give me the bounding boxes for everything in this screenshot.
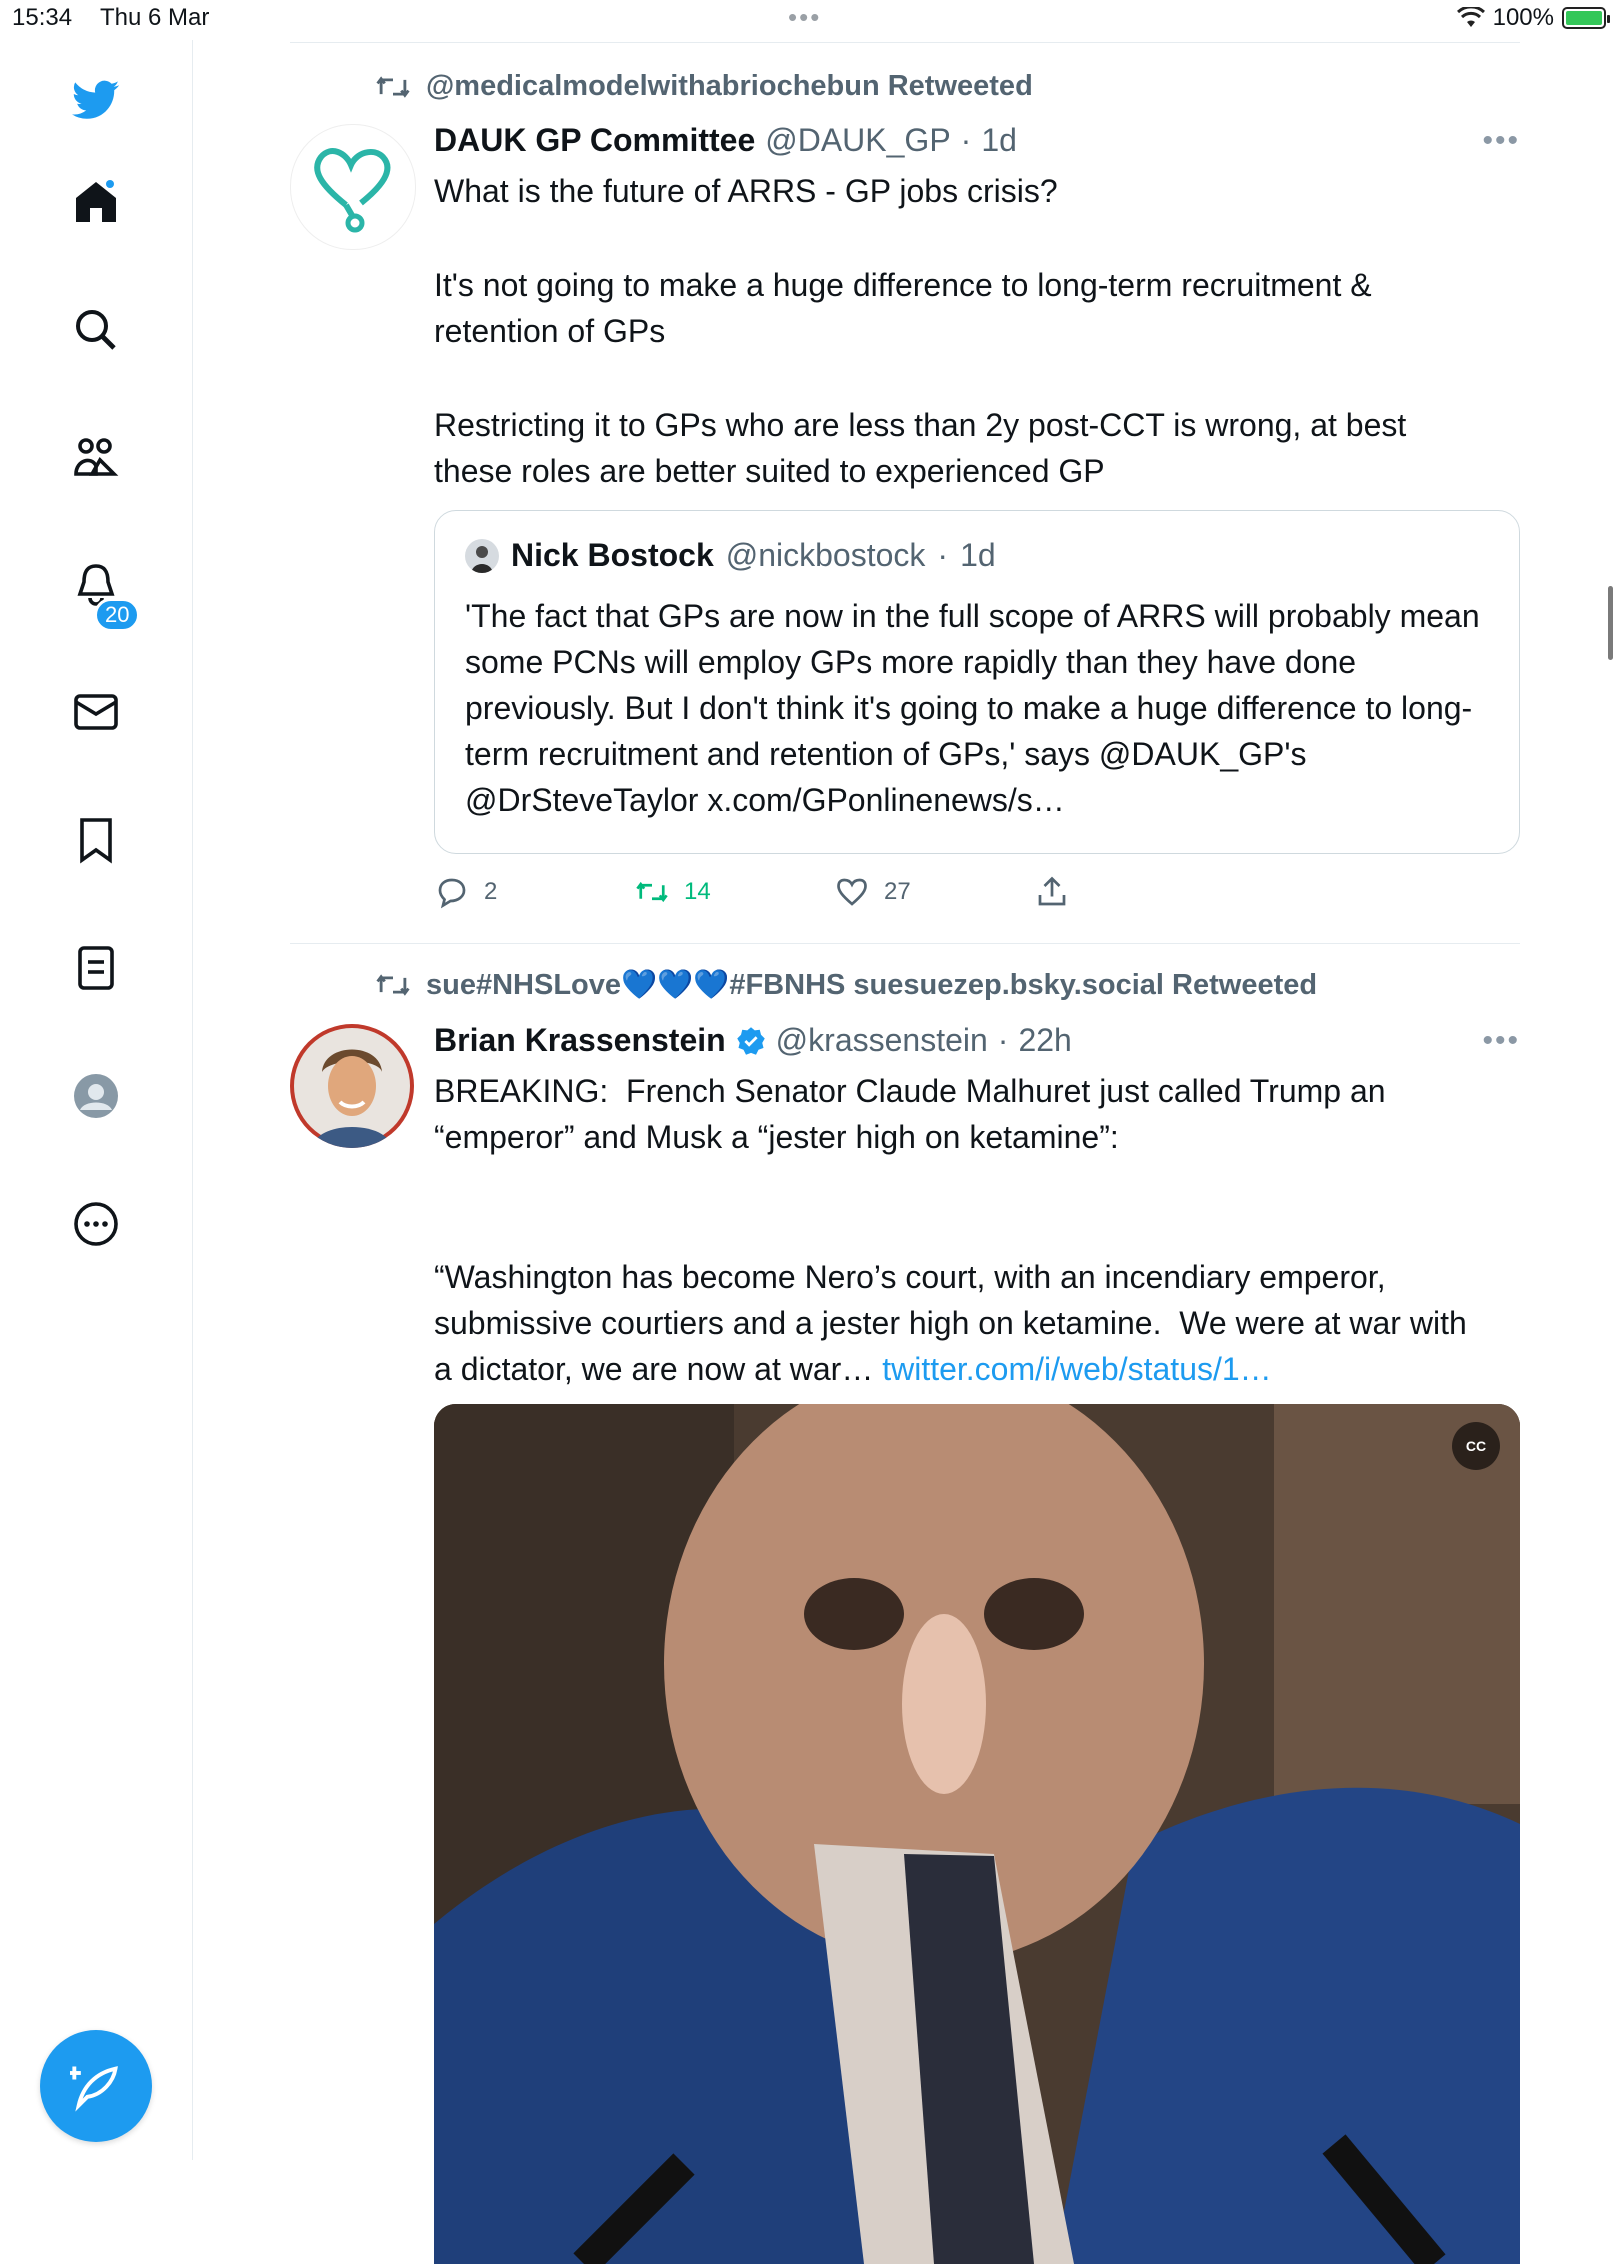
status-right: 100% [1456,4,1610,32]
twitter-logo-icon[interactable] [66,70,126,130]
tweet-text-2: It's not going to make a huge difference… [434,267,1381,349]
reply-count: 2 [484,878,498,905]
lists-icon[interactable] [66,938,126,998]
author-handle[interactable]: @krassenstein [776,1022,988,1059]
multitasking-dots[interactable]: ••• [788,2,821,33]
sidebar: 20 [0,40,193,2160]
video-frame [434,1404,1520,2264]
retweet-icon [376,974,410,996]
retweet-context: @medicalmodelwithabriochebun Retweeted [374,70,1033,103]
compose-feather-icon [70,2066,118,2112]
quote-header: Nick Bostock @nickbostock · 1d [465,537,996,574]
tweet-header: DAUK GP Committee @DAUK_GP · 1d [434,122,1017,159]
tweet-text-1: BREAKING: French Senator Claude Malhuret… [434,1073,1395,1155]
quote-text: 'The fact that GPs are now in the full s… [465,598,1480,818]
separator: · [997,1022,1009,1058]
tweet-time[interactable]: 1d [981,122,1017,159]
retweet-button[interactable]: 14 [634,874,711,910]
tweet-text-2: “Washington has become Nero’s court, wit… [434,1254,1484,1392]
share-button[interactable] [1034,874,1070,910]
quote-author-handle: @nickbostock [725,537,926,573]
author-name[interactable]: Brian Krassenstein [434,1022,726,1059]
heart-icon [837,878,867,906]
verified-badge-icon [736,1026,765,1055]
home-icon[interactable] [66,172,126,232]
battery-text: 100% [1492,4,1554,31]
like-button[interactable]: 27 [834,874,911,910]
battery-icon [1562,7,1610,29]
communities-icon[interactable] [66,428,126,488]
quote-avatar [465,538,499,573]
author-name[interactable]: DAUK GP Committee [434,122,755,159]
status-bar: 15:34 Thu 6 Mar ••• 100% [0,0,1620,40]
status-date: Thu 6 Mar [100,4,210,31]
profile-icon[interactable] [66,1066,126,1126]
wifi-icon [1456,7,1485,27]
retweet-icon [376,75,410,98]
search-icon[interactable] [66,300,126,360]
tweet-link[interactable]: twitter.com/i/web/status/1… [882,1351,1271,1387]
retweeted-by-text[interactable]: sue#NHSLove💙💙💙#FBNHS suesuezep.bsky.soci… [426,968,1317,1002]
retweeted-by-text[interactable]: @medicalmodelwithabriochebun Retweeted [426,70,1033,103]
avatar[interactable] [290,1024,414,1148]
more-options-icon[interactable]: ••• [1482,124,1520,158]
author-handle[interactable]: @DAUK_GP [765,122,950,159]
reply-button[interactable]: 2 [434,874,497,910]
quote-time: 1d [960,537,996,573]
separator: · [960,122,972,158]
compose-tweet-button[interactable] [40,2030,152,2142]
tweet-actions: 2 14 27 [434,874,1520,914]
tweet-header: Brian Krassenstein @krassenstein · 22h [434,1022,1072,1059]
quoted-tweet[interactable]: Nick Bostock @nickbostock · 1d 'The fact… [434,510,1520,854]
retweet-count: 14 [684,878,711,905]
more-icon[interactable] [66,1194,126,1254]
scroll-indicator[interactable] [1608,586,1613,660]
messages-icon[interactable] [66,682,126,742]
like-count: 27 [884,878,911,905]
tweet-text-3: Restricting it to GPs who are less than … [434,407,1416,489]
quote-author-name: Nick Bostock [511,537,714,573]
tweet-time[interactable]: 22h [1018,1022,1071,1059]
status-time: 15:34 [12,4,73,31]
tweet[interactable]: sue#NHSLove💙💙💙#FBNHS suesuezep.bsky.soci… [290,944,1520,2264]
retweet-icon [636,881,668,903]
quote-separator: · [937,537,949,573]
share-icon [1038,876,1066,906]
tweet-text-1: What is the future of ARRS - GP jobs cri… [434,173,1058,209]
person-photo [294,1028,410,1148]
avatar[interactable] [290,124,416,250]
tweet-video[interactable]: CC [434,1404,1520,2264]
closed-captions-button[interactable]: CC [1452,1422,1500,1470]
more-options-icon[interactable]: ••• [1482,1024,1520,1058]
retweet-context: sue#NHSLove💙💙💙#FBNHS suesuezep.bsky.soci… [374,968,1317,1002]
reply-icon [438,878,466,909]
notification-badge: 20 [94,598,141,632]
stethoscope-heart-icon [314,148,391,233]
tweet[interactable]: @medicalmodelwithabriochebun Retweeted D… [290,40,1520,945]
battery-fill [1566,11,1602,25]
bookmarks-icon[interactable] [66,810,126,870]
